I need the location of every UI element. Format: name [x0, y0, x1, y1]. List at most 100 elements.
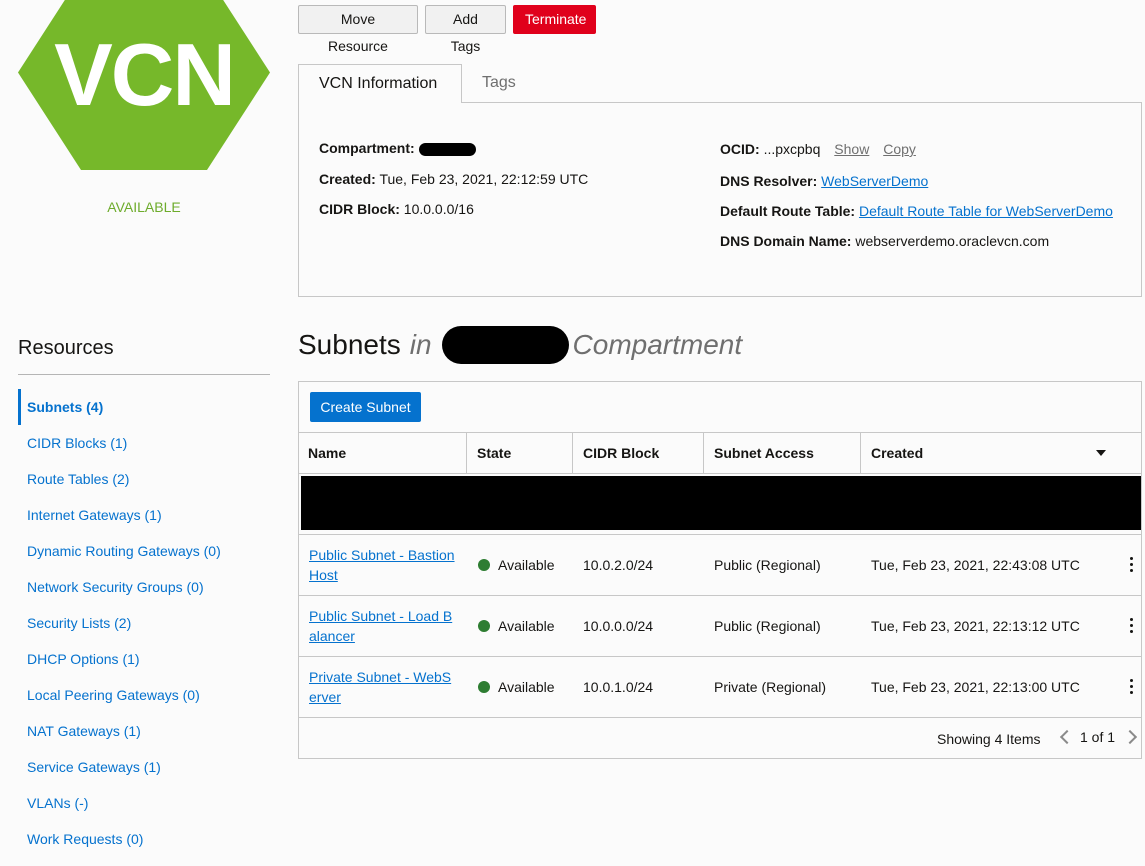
ocid-label: OCID:	[720, 141, 760, 157]
resource-local-peering-gateways[interactable]: Local Peering Gateways (0)	[18, 677, 270, 713]
subnets-heading: Subnets in Compartment	[298, 326, 742, 364]
previous-page-icon[interactable]	[1059, 729, 1075, 745]
dns-resolver-label: DNS Resolver:	[720, 173, 818, 189]
created-field: Created: Tue, Feb 23, 2021, 22:12:59 UTC	[319, 171, 588, 187]
subnet-name-line1: Public Subnet - Bastion	[309, 547, 455, 563]
subnet-name-link[interactable]: Public Subnet - Bastion Host	[309, 545, 461, 585]
dns-domain-field: DNS Domain Name: webserverdemo.oraclevcn…	[720, 233, 1049, 249]
compartment-field: Compartment:	[319, 140, 476, 156]
ocid-show-link[interactable]: Show	[834, 141, 869, 157]
table-row: Public Subnet - Bastion Host Available 10…	[298, 534, 1142, 595]
showing-count: Showing 4 Items	[937, 731, 1041, 747]
resources-divider	[18, 374, 270, 375]
cidr-cell: 10.0.2.0/24	[583, 557, 654, 573]
subnet-name-line2: Host	[309, 567, 338, 583]
ocid-copy-link[interactable]: Copy	[883, 141, 916, 157]
subnets-title: Subnets	[298, 329, 401, 360]
subnets-compartment: Compartment	[572, 329, 743, 360]
pagination: 1 of 1	[1058, 729, 1138, 745]
access-cell: Public (Regional)	[714, 557, 821, 573]
access-cell: Public (Regional)	[714, 618, 821, 634]
state-value: Available	[498, 557, 555, 573]
subnet-name-link[interactable]: Private Subnet - WebS erver	[309, 667, 461, 707]
table-header: Name State CIDR Block Subnet Access Crea…	[298, 432, 1142, 474]
vcn-hexagon-logo: VCN	[18, 0, 270, 170]
name-cell: Public Subnet - Load B alancer	[309, 596, 461, 656]
resource-route-tables[interactable]: Route Tables (2)	[18, 461, 270, 497]
created-label: Created:	[319, 171, 376, 187]
move-resource-button[interactable]: Move Resource	[298, 5, 418, 54]
sort-descending-icon[interactable]	[1096, 450, 1106, 456]
column-name[interactable]: Name	[298, 433, 467, 473]
next-page-icon[interactable]	[1122, 729, 1138, 745]
tab-tags[interactable]: Tags	[462, 64, 542, 102]
resource-subnets[interactable]: Subnets (4)	[18, 389, 270, 425]
subnet-name-line2: alancer	[309, 628, 355, 644]
name-cell: Public Subnet - Bastion Host	[309, 535, 461, 595]
ocid-field: OCID: ...pxcpbq Show Copy	[720, 141, 916, 157]
column-subnet-access[interactable]: Subnet Access	[704, 433, 861, 473]
ocid-value: ...pxcpbq	[763, 141, 821, 157]
access-cell: Private (Regional)	[714, 679, 827, 695]
state-cell: Available	[478, 657, 555, 717]
available-status-icon	[478, 559, 490, 571]
resource-dynamic-routing-gateways[interactable]: Dynamic Routing Gateways (0)	[18, 533, 270, 569]
route-table-link[interactable]: Default Route Table for WebServerDemo	[859, 203, 1113, 219]
resource-service-gateways[interactable]: Service Gateways (1)	[18, 749, 270, 785]
cidr-cell: 10.0.1.0/24	[583, 679, 654, 695]
resources-title: Resources	[18, 337, 114, 359]
route-table-field: Default Route Table: Default Route Table…	[720, 203, 1113, 219]
name-cell: Private Subnet - WebS erver	[309, 657, 461, 717]
page-indicator: 1 of 1	[1080, 729, 1116, 745]
cidr-field: CIDR Block: 10.0.0.0/16	[319, 201, 474, 217]
tab-vcn-information[interactable]: VCN Information	[298, 64, 462, 103]
vcn-logo-text: VCN	[54, 25, 236, 124]
resource-dhcp-options[interactable]: DHCP Options (1)	[18, 641, 270, 677]
subnet-name-line1: Public Subnet - Load B	[309, 608, 453, 624]
cidr-cell: 10.0.0.0/24	[583, 618, 654, 634]
row-actions-kebab-icon[interactable]	[1130, 557, 1134, 575]
resource-nat-gateways[interactable]: NAT Gateways (1)	[18, 713, 270, 749]
column-cidr-block[interactable]: CIDR Block	[573, 433, 704, 473]
dns-domain-label: DNS Domain Name:	[720, 233, 852, 249]
row-actions-kebab-icon[interactable]	[1130, 679, 1134, 697]
compartment-label: Compartment:	[319, 140, 415, 156]
state-value: Available	[498, 679, 555, 695]
redacted-compartment	[418, 142, 476, 156]
dns-resolver-link[interactable]: WebServerDemo	[821, 173, 928, 189]
cidr-value: 10.0.0.0/16	[403, 201, 474, 217]
state-value: Available	[498, 618, 555, 634]
column-state[interactable]: State	[467, 433, 573, 473]
terminate-button[interactable]: Terminate	[513, 5, 596, 34]
subnets-in: in	[409, 329, 432, 360]
row-actions-kebab-icon[interactable]	[1130, 618, 1134, 636]
created-value: Tue, Feb 23, 2021, 22:12:59 UTC	[379, 171, 589, 187]
dns-resolver-field: DNS Resolver: WebServerDemo	[720, 173, 928, 189]
created-cell: Tue, Feb 23, 2021, 22:43:08 UTC	[871, 557, 1080, 573]
vcn-info-panel	[298, 102, 1142, 297]
redacted-compartment-name	[441, 326, 569, 364]
table-row: Private Subnet - WebS erver Available 10.…	[298, 656, 1142, 717]
state-cell: Available	[478, 535, 555, 595]
state-cell: Available	[478, 596, 555, 656]
create-subnet-button[interactable]: Create Subnet	[310, 392, 421, 422]
resource-vlans[interactable]: VLANs (-)	[18, 785, 270, 821]
resource-internet-gateways[interactable]: Internet Gateways (1)	[18, 497, 270, 533]
resource-work-requests[interactable]: Work Requests (0)	[18, 821, 270, 857]
available-status-icon	[478, 620, 490, 632]
redacted-row	[301, 476, 1141, 530]
dns-domain-value: webserverdemo.oraclevcn.com	[855, 233, 1050, 249]
created-cell: Tue, Feb 23, 2021, 22:13:00 UTC	[871, 679, 1080, 695]
resource-security-lists[interactable]: Security Lists (2)	[18, 605, 270, 641]
add-tags-button[interactable]: Add Tags	[425, 5, 506, 54]
created-cell: Tue, Feb 23, 2021, 22:13:12 UTC	[871, 618, 1080, 634]
available-status-icon	[478, 681, 490, 693]
route-table-label: Default Route Table:	[720, 203, 856, 219]
resource-cidr-blocks[interactable]: CIDR Blocks (1)	[18, 425, 270, 461]
subnet-name-link[interactable]: Public Subnet - Load B alancer	[309, 606, 461, 646]
cidr-label: CIDR Block:	[319, 201, 400, 217]
lifecycle-state: AVAILABLE	[107, 199, 181, 215]
table-row: Public Subnet - Load Balancer Available …	[298, 595, 1142, 656]
resources-nav: Subnets (4) CIDR Blocks (1) Route Tables…	[18, 389, 270, 857]
resource-network-security-groups[interactable]: Network Security Groups (0)	[18, 569, 270, 605]
